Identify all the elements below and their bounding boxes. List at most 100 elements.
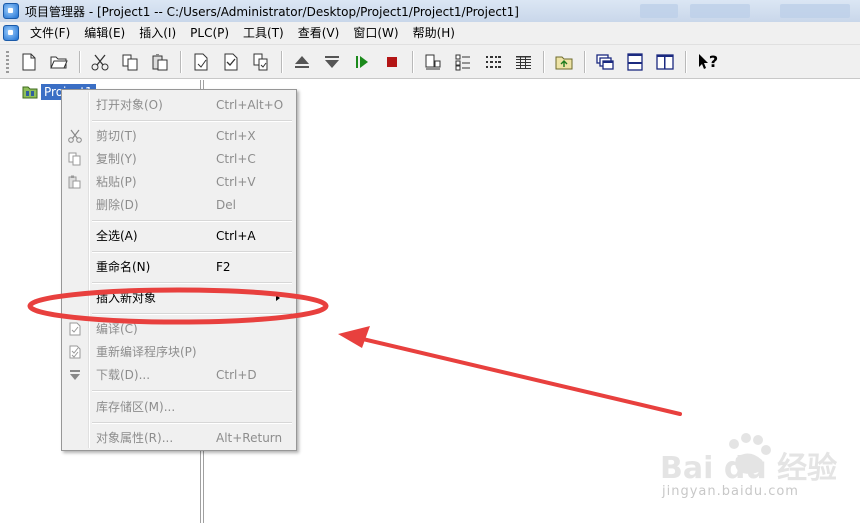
menu-window[interactable]: 窗口(W) — [346, 22, 405, 44]
compile-icon[interactable] — [188, 49, 214, 75]
recompile-icon[interactable] — [248, 49, 274, 75]
menu-tools[interactable]: 工具(T) — [236, 22, 291, 44]
menu-separator — [92, 390, 292, 391]
tile-vertical-icon[interactable] — [652, 49, 678, 75]
app-icon — [3, 3, 19, 19]
menu-item-label: 粘贴(P) — [96, 175, 137, 189]
menu-item-label: 剪切(T) — [96, 129, 137, 143]
upload-icon[interactable] — [289, 49, 315, 75]
menu-item-paste[interactable]: 粘贴(P) Ctrl+V — [64, 171, 294, 193]
document-icon — [3, 25, 19, 41]
menu-item-label: 重命名(N) — [96, 260, 151, 274]
menu-item-label: 打开对象(O) — [96, 98, 163, 112]
menu-file[interactable]: 文件(F) — [23, 22, 77, 44]
help-question-mark: ? — [708, 52, 719, 71]
menu-separator — [92, 313, 292, 314]
new-file-icon[interactable] — [16, 49, 42, 75]
menu-item-label: 对象属性(R)... — [96, 431, 174, 445]
download-icon — [67, 367, 83, 383]
copy-icon — [67, 151, 83, 167]
toolbar-separator — [412, 50, 413, 73]
menu-item-label: 复制(Y) — [96, 152, 137, 166]
list-view-icon[interactable] — [480, 49, 506, 75]
small-icons-icon[interactable] — [450, 49, 476, 75]
menu-item-shortcut: Ctrl+Alt+O — [216, 98, 284, 112]
menu-edit[interactable]: 编辑(E) — [77, 22, 132, 44]
watermark-url: jingyan.baidu.com — [662, 484, 799, 499]
recompile-icon — [67, 344, 83, 360]
paste-icon[interactable] — [147, 49, 173, 75]
menu-separator — [92, 282, 292, 283]
menu-item-copy[interactable]: 复制(Y) Ctrl+C — [64, 148, 294, 170]
project-folder-icon — [22, 86, 38, 99]
paste-icon — [67, 174, 83, 190]
submenu-arrow-icon — [276, 295, 280, 301]
menu-item-shortcut: F2 — [216, 260, 231, 274]
menu-item-shortcut: Ctrl+V — [216, 175, 256, 189]
copy-icon[interactable] — [117, 49, 143, 75]
menu-separator — [92, 422, 292, 423]
run-icon[interactable] — [349, 49, 375, 75]
menu-item-label: 全选(A) — [96, 229, 138, 243]
menu-item-shortcut: Ctrl+D — [216, 368, 257, 382]
menu-item-select-all[interactable]: 全选(A) Ctrl+A — [64, 225, 294, 247]
menu-separator — [92, 220, 292, 221]
toolbar-separator — [281, 50, 282, 73]
tile-horizontal-icon[interactable] — [622, 49, 648, 75]
menu-item-delete[interactable]: 删除(D) Del — [64, 194, 294, 216]
scissors-icon — [67, 128, 83, 144]
menu-item-label: 重新编译程序块(P) — [96, 345, 197, 359]
blurred-title-area — [690, 4, 750, 18]
menu-item-cut[interactable]: 剪切(T) Ctrl+X — [64, 125, 294, 147]
watermark-logo-text: Bai du 经验 — [660, 451, 837, 486]
menu-item-label: 删除(D) — [96, 198, 139, 212]
toolbar-separator — [584, 50, 585, 73]
menu-bar: 文件(F) 编辑(E) 插入(I) PLC(P) 工具(T) 查看(V) 窗口(… — [0, 22, 860, 45]
toolbar: ? — [0, 45, 860, 79]
stop-icon[interactable] — [379, 49, 405, 75]
menu-separator — [92, 251, 292, 252]
menu-item-shortcut: Alt+Return — [216, 431, 283, 445]
menu-item-rename[interactable]: 重命名(N) F2 — [64, 256, 294, 278]
details-view-icon[interactable] — [510, 49, 536, 75]
large-icons-icon[interactable] — [420, 49, 446, 75]
menu-item-label: 插入新对象 — [96, 291, 157, 305]
context-menu: 打开对象(O) Ctrl+Alt+O 剪切(T) Ctrl+X 复制(Y) Ct… — [61, 89, 297, 451]
blurred-title-area — [780, 4, 850, 18]
compile-icon — [67, 321, 83, 337]
menu-item-open-object[interactable]: 打开对象(O) Ctrl+Alt+O — [64, 94, 294, 116]
menu-item-recompile-blocks[interactable]: 重新编译程序块(P) — [64, 341, 294, 363]
menu-item-library-memory[interactable]: 库存储区(M)... — [64, 396, 294, 418]
open-folder-icon[interactable] — [46, 49, 72, 75]
menu-item-compile[interactable]: 编译(C) — [64, 318, 294, 340]
menu-item-shortcut: Del — [216, 198, 236, 212]
check-icon[interactable] — [218, 49, 244, 75]
menu-view[interactable]: 查看(V) — [291, 22, 347, 44]
menu-item-shortcut: Ctrl+A — [216, 229, 256, 243]
menu-item-download[interactable]: 下载(D)... Ctrl+D — [64, 364, 294, 386]
menu-item-label: 下载(D)... — [96, 368, 151, 382]
title-bar: 项目管理器 - [Project1 -- C:/Users/Administra… — [0, 0, 860, 22]
context-help-button[interactable]: ? — [693, 49, 723, 75]
menu-insert[interactable]: 插入(I) — [132, 22, 183, 44]
menu-item-object-properties[interactable]: 对象属性(R)... Alt+Return — [64, 427, 294, 449]
menu-help[interactable]: 帮助(H) — [406, 22, 462, 44]
menu-separator — [92, 120, 292, 121]
blurred-title-area — [640, 4, 678, 18]
folder-up-icon[interactable] — [551, 49, 577, 75]
download-icon[interactable] — [319, 49, 345, 75]
menu-item-shortcut: Ctrl+X — [216, 129, 256, 143]
menu-item-shortcut: Ctrl+C — [216, 152, 256, 166]
menu-item-label: 库存储区(M)... — [96, 400, 176, 414]
toolbar-separator — [180, 50, 181, 73]
toolbar-separator — [79, 50, 80, 73]
menu-plc[interactable]: PLC(P) — [183, 22, 236, 44]
menu-item-insert-new-object[interactable]: 插入新对象 — [64, 287, 294, 309]
toolbar-grip[interactable] — [6, 50, 9, 73]
cascade-windows-icon[interactable] — [592, 49, 618, 75]
toolbar-separator — [685, 50, 686, 73]
cut-icon[interactable] — [87, 49, 113, 75]
toolbar-separator — [543, 50, 544, 73]
window-title: 项目管理器 - [Project1 -- C:/Users/Administra… — [25, 4, 519, 19]
menu-item-label: 编译(C) — [96, 322, 138, 336]
